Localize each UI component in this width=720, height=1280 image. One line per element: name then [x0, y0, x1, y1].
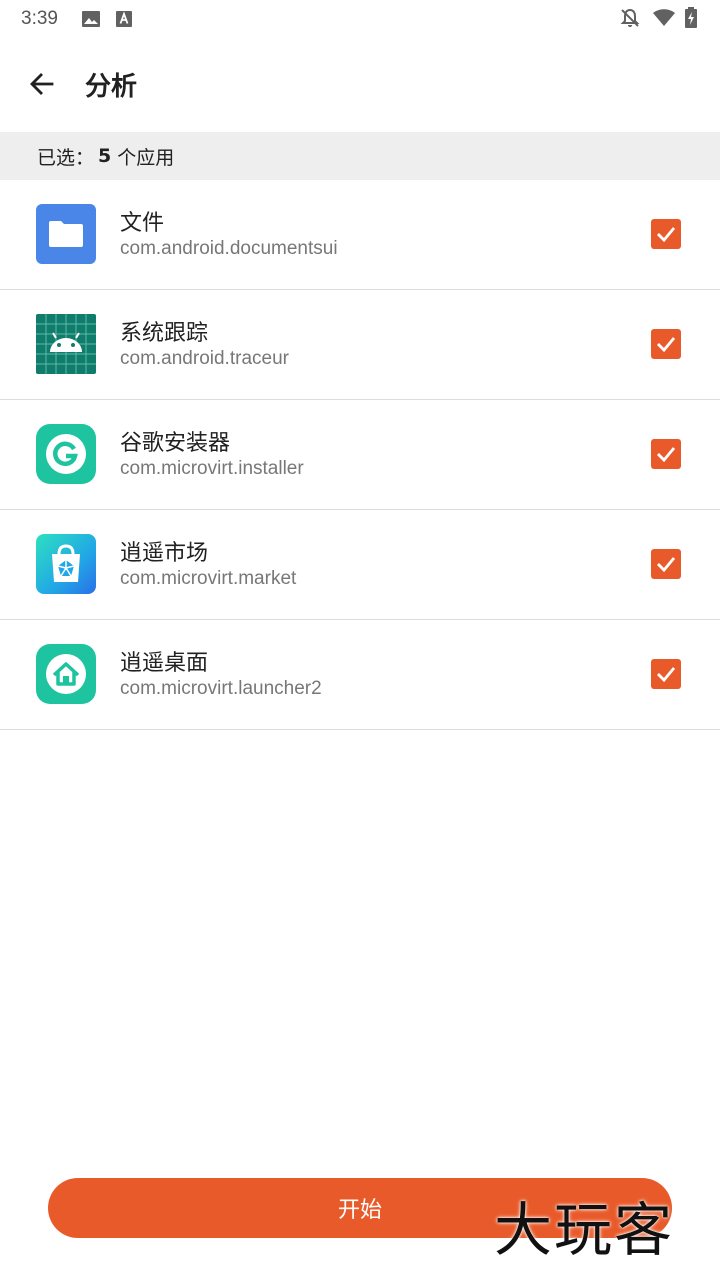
selection-suffix: 个应用: [117, 146, 175, 169]
notifications-off-icon: [619, 7, 641, 33]
app-checkbox[interactable]: [651, 329, 681, 359]
app-name: 谷歌安装器: [120, 431, 231, 456]
selection-count: 5: [98, 145, 112, 167]
list-item[interactable]: 文件 com.android.documentsui: [0, 180, 720, 290]
app-name: 逍遥市场: [120, 541, 209, 566]
app-package: com.microvirt.launcher2: [120, 678, 322, 699]
text-a-icon: [114, 9, 134, 33]
app-checkbox[interactable]: [651, 219, 681, 249]
list-item[interactable]: 谷歌安装器 com.microvirt.installer: [0, 400, 720, 510]
arrow-back-icon: [30, 73, 54, 95]
market-bag-icon: [36, 534, 96, 594]
selection-summary: 已选： 5 个应用: [0, 132, 720, 180]
check-icon: [657, 557, 676, 573]
wifi-icon: [652, 7, 676, 33]
app-package: com.microvirt.market: [120, 568, 297, 589]
launcher-home-icon: [36, 644, 96, 704]
app-checkbox[interactable]: [651, 439, 681, 469]
app-package: com.android.documentsui: [120, 238, 338, 259]
image-icon: [81, 9, 101, 33]
watermark: 大玩客: [494, 1196, 675, 1264]
list-item[interactable]: 逍遥桌面 com.microvirt.launcher2: [0, 620, 720, 730]
app-name: 文件: [120, 211, 165, 236]
list-item[interactable]: 逍遥市场 com.microvirt.market: [0, 510, 720, 620]
check-icon: [657, 447, 676, 463]
app-checkbox[interactable]: [651, 549, 681, 579]
files-folder-icon: [36, 204, 96, 264]
status-bar: 3:39: [0, 0, 720, 38]
list-item[interactable]: 系统跟踪 com.android.traceur: [0, 290, 720, 400]
android-trace-icon: [36, 314, 96, 374]
google-installer-icon: [36, 424, 96, 484]
page-title: 分析: [85, 72, 138, 102]
app-bar: 分析: [0, 38, 720, 132]
check-icon: [657, 667, 676, 683]
app-package: com.android.traceur: [120, 348, 289, 369]
app-package: com.microvirt.installer: [120, 458, 304, 479]
app-name: 系统跟踪: [120, 321, 209, 346]
check-icon: [657, 227, 676, 243]
selection-prefix: 已选：: [37, 146, 95, 169]
app-list: 文件 com.android.documentsui 系统跟踪 com.andr…: [0, 180, 720, 730]
check-icon: [657, 337, 676, 353]
back-button[interactable]: [20, 62, 64, 106]
battery-charging-icon: [684, 7, 698, 33]
app-checkbox[interactable]: [651, 659, 681, 689]
app-name: 逍遥桌面: [120, 651, 209, 676]
status-time: 3:39: [21, 8, 58, 29]
